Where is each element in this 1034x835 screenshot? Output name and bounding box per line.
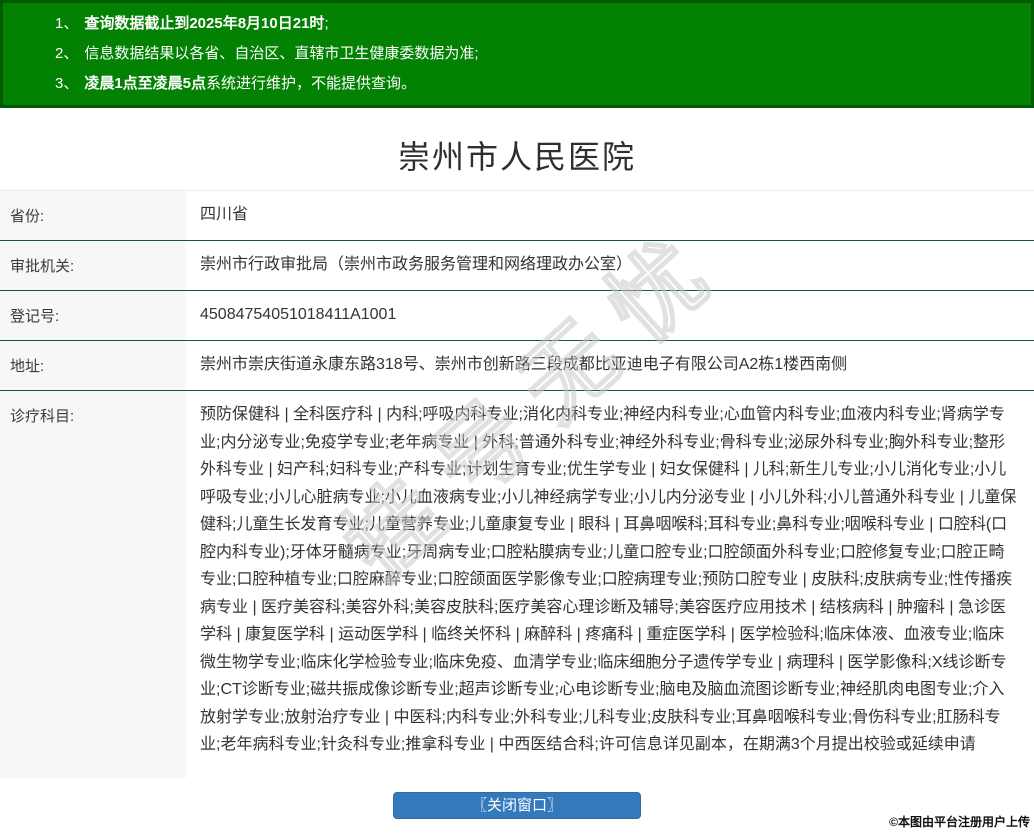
hospital-info-table: 省份: 四川省 审批机关: 崇州市行政审批局（崇州市政务服务管理和网络理政办公室…: [0, 190, 1034, 778]
table-row-registration-number: 登记号: 45084754051018411A1001: [0, 290, 1034, 340]
row-value: 崇州市崇庆街道永康东路318号、崇州市创新路三段成都比亚迪电子有限公司A2栋1楼…: [186, 341, 1034, 390]
notice-number: 3、: [55, 75, 78, 92]
row-label: 诊疗科目:: [0, 391, 186, 778]
table-row-address: 地址: 崇州市崇庆街道永康东路318号、崇州市创新路三段成都比亚迪电子有限公司A…: [0, 340, 1034, 390]
row-label: 登记号:: [0, 291, 186, 340]
notice-number: 1、: [55, 15, 78, 32]
notice-text: 信息数据结果以各省、自治区、直辖市卫生健康委数据为准;: [84, 45, 478, 62]
row-label: 审批机关:: [0, 241, 186, 290]
row-value: 45084754051018411A1001: [186, 291, 1034, 340]
close-window-button[interactable]: 〖关闭窗口〗: [393, 792, 641, 819]
attribution-text: ©本图由平台注册用户上传: [889, 813, 1030, 830]
notice-bar: 1、查询数据截止到2025年8月10日21时; 2、信息数据结果以各省、自治区、…: [0, 0, 1034, 108]
notice-bold-text: 凌晨1点至凌晨5点: [84, 75, 206, 92]
notice-bold-text: 查询数据截止到2025年8月10日21时: [84, 15, 324, 32]
notice-text: 系统进行维护，不能提供查询。: [206, 75, 416, 92]
notice-text: ;: [324, 15, 328, 32]
row-label: 省份:: [0, 191, 186, 240]
row-label: 地址:: [0, 341, 186, 390]
page: 1、查询数据截止到2025年8月10日21时; 2、信息数据结果以各省、自治区、…: [0, 0, 1034, 813]
notice-item: 1、查询数据截止到2025年8月10日21时;: [55, 9, 1021, 39]
footer: 〖关闭窗口〗 ©本图由平台注册用户上传: [0, 792, 1034, 835]
row-value: 崇州市行政审批局（崇州市政务服务管理和网络理政办公室）: [186, 241, 1034, 290]
table-row-medical-subjects: 诊疗科目: 预防保健科 | 全科医疗科 | 内科;呼吸内科专业;消化内科专业;神…: [0, 390, 1034, 778]
notice-item: 2、信息数据结果以各省、自治区、直辖市卫生健康委数据为准;: [55, 39, 1021, 69]
notice-number: 2、: [55, 45, 78, 62]
title-section: 崇州市人民医院: [0, 108, 1034, 190]
notice-item: 3、凌晨1点至凌晨5点系统进行维护，不能提供查询。: [55, 69, 1021, 99]
row-value: 四川省: [186, 191, 1034, 240]
page-title: 崇州市人民医院: [0, 132, 1034, 178]
table-row-approval-authority: 审批机关: 崇州市行政审批局（崇州市政务服务管理和网络理政办公室）: [0, 240, 1034, 290]
table-row-province: 省份: 四川省: [0, 191, 1034, 240]
row-value: 预防保健科 | 全科医疗科 | 内科;呼吸内科专业;消化内科专业;神经内科专业;…: [186, 391, 1034, 778]
